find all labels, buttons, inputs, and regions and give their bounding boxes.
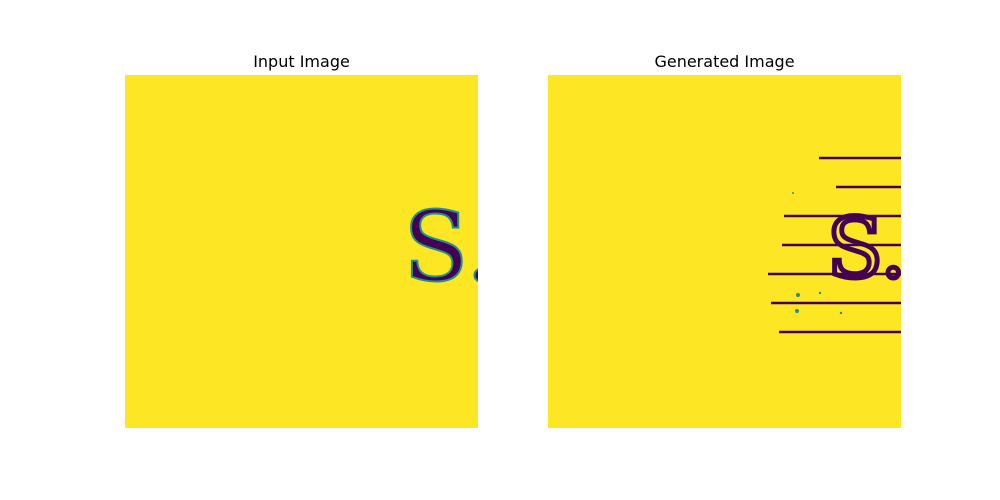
input-image-title: Input Image	[253, 52, 350, 71]
input-image-panel: S.	[125, 75, 478, 428]
noise-speck	[795, 309, 799, 313]
generated-image-title: Generated Image	[654, 52, 795, 71]
input-image-canvas: S.	[125, 75, 478, 428]
noise-speck	[839, 311, 843, 315]
input-glyph-s: S.	[403, 191, 478, 303]
noise-speck	[818, 291, 822, 295]
generated-image-canvas: S.	[548, 75, 901, 428]
noise-speck	[796, 293, 800, 297]
noise-speck	[792, 192, 794, 194]
generated-glyph-s: S.	[827, 202, 901, 297]
generated-image-panel: S.	[548, 75, 901, 428]
